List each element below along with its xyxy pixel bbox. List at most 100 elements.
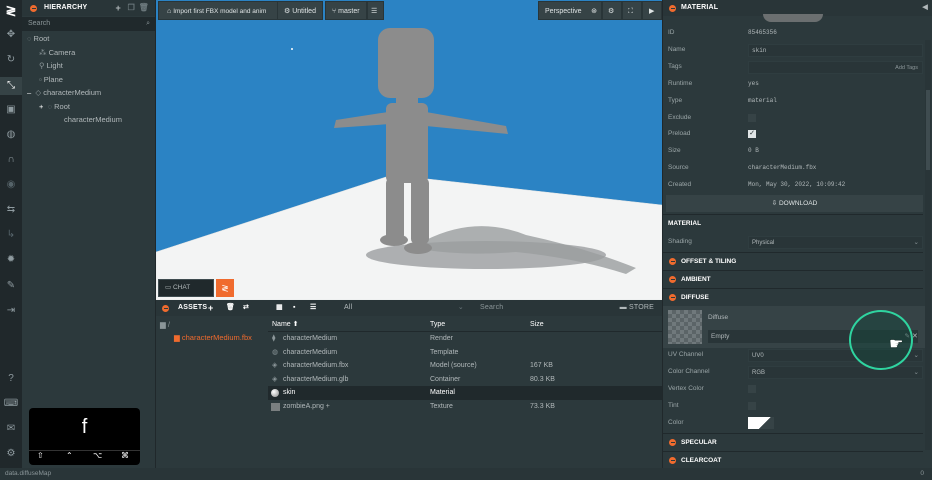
chevron-down-icon: ⌄	[913, 238, 919, 246]
scrollbar-thumb[interactable]	[926, 90, 930, 170]
small-grid-icon[interactable]: ▪	[293, 300, 296, 316]
type-filter[interactable]: All ⌄	[334, 300, 464, 314]
exclude-checkbox[interactable]	[748, 114, 756, 122]
tags-input[interactable]: Add Tags	[748, 60, 923, 74]
expand-icon[interactable]	[669, 439, 676, 446]
field-label: Shading	[668, 238, 692, 245]
asset-row[interactable]: ◍ characterMedium Template	[268, 346, 662, 360]
project-button[interactable]: ⌂ Import first FBX model and anim	[158, 1, 278, 20]
delete-asset-icon[interactable]: 🗑	[226, 300, 235, 316]
scrollbar[interactable]	[925, 40, 931, 450]
add-asset-icon[interactable]: +	[208, 300, 213, 316]
status-count: 0	[920, 470, 924, 477]
filter-value: All	[344, 304, 353, 311]
collapse-icon[interactable]	[30, 4, 37, 12]
vertex-color-checkbox[interactable]	[748, 385, 756, 393]
collapse-icon[interactable]	[669, 4, 676, 12]
collapse-panel-icon[interactable]: ◀	[922, 0, 928, 16]
fullscreen-icon[interactable]: ⛶	[622, 1, 642, 20]
tree-item[interactable]: + ◌ Root	[22, 100, 155, 114]
duplicate-icon[interactable]: ❐	[128, 0, 135, 16]
help-icon[interactable]: ?	[0, 370, 22, 388]
chevron-down-icon: ⌄	[913, 351, 919, 359]
asset-row[interactable]: ◈ characterMedium.glb Container 80.3 KB	[268, 373, 662, 387]
shading-select[interactable]: Physical ⌄	[748, 235, 923, 249]
hierarchy-search[interactable]: Search ⌕	[22, 17, 155, 31]
hierarchy-header: HIERARCHY + ❐ 🗑	[22, 0, 155, 16]
bulb-icon[interactable]: ✹	[0, 251, 22, 269]
texture-placeholder[interactable]	[668, 310, 702, 344]
tree-item[interactable]: ◌ Root	[22, 32, 155, 46]
chat-button[interactable]: ▭ CHAT	[158, 279, 214, 297]
expand-icon[interactable]	[669, 276, 676, 283]
branch-button[interactable]: ⑂ master	[325, 1, 367, 20]
refresh-icon[interactable]: ⇄	[243, 300, 249, 316]
list-icon[interactable]: ☰	[367, 1, 384, 20]
specular-section[interactable]: SPECULAR	[663, 433, 923, 450]
publish-icon[interactable]: ⇥	[0, 302, 22, 320]
alt-key-icon: ⌥	[93, 451, 103, 460]
tint-checkbox[interactable]	[748, 402, 756, 410]
tree-item[interactable]: ▫ Plane	[22, 73, 155, 87]
settings-icon[interactable]: ⚙	[602, 1, 622, 20]
camera-dropdown[interactable]: Perspective ⊛	[538, 1, 602, 20]
move-icon[interactable]: ✥	[0, 26, 22, 44]
undo-icon[interactable]: ↳	[0, 226, 22, 244]
source-value[interactable]: characterMedium.fbx	[748, 160, 816, 176]
world-icon[interactable]: ◍	[0, 126, 22, 144]
rotate-icon[interactable]: ↻	[0, 51, 22, 69]
tree-item[interactable]: ⚲ Light	[22, 59, 155, 73]
list-view-icon[interactable]: ☰	[310, 300, 316, 316]
download-button[interactable]: ⇩ DOWNLOAD	[666, 195, 923, 212]
grid-view-icon[interactable]: ▦	[276, 300, 283, 316]
color-channel-select[interactable]: RGB ⌄	[748, 365, 923, 379]
size-row: Size 0 B	[663, 143, 923, 159]
feedback-icon[interactable]: ✉	[0, 420, 22, 438]
expand-icon[interactable]	[669, 457, 676, 464]
chat-label: CHAT	[172, 284, 191, 291]
collapse-icon[interactable]	[162, 304, 169, 312]
scale-icon[interactable]: ⤡	[0, 77, 22, 95]
store-button[interactable]: ▬ STORE	[620, 300, 654, 316]
chat-logo-icon[interactable]: ≷	[216, 279, 234, 297]
asset-row[interactable]: ◈ characterMedium.fbx Model (source) 167 KB	[268, 359, 662, 373]
asset-search-input[interactable]: Search	[480, 300, 503, 316]
size-column[interactable]: Size	[530, 318, 544, 332]
magnet-icon[interactable]: ∩	[0, 151, 22, 169]
scene-button[interactable]: ⚙ Untitled	[277, 1, 323, 20]
resize-icon[interactable]: ▣	[0, 101, 22, 119]
name-input[interactable]: skin	[748, 43, 923, 57]
diffuse-section[interactable]: DIFFUSE	[663, 288, 923, 305]
search-input[interactable]: Search	[28, 20, 50, 27]
viewport[interactable]: ⌂ Import first FBX model and anim ⚙ Unti…	[156, 0, 662, 300]
tree-item[interactable]: – ◇ characterMedium	[22, 86, 155, 100]
launch-icon[interactable]: ▶	[642, 1, 662, 20]
folder-item[interactable]: ▆ characterMedium.fbx	[174, 333, 252, 342]
model-icon: ◈	[272, 362, 278, 369]
name-column[interactable]: Name ⬆	[272, 318, 299, 332]
tree-item[interactable]: characterMedium	[22, 113, 155, 127]
asset-row[interactable]: ⧫ characterMedium Render	[268, 332, 662, 346]
collapse-icon[interactable]	[669, 294, 676, 301]
logo-icon[interactable]: ≷	[0, 0, 22, 22]
asset-row-selected[interactable]: skin Material	[268, 386, 662, 400]
expand-icon[interactable]	[669, 258, 676, 265]
folder-path[interactable]: ▆ /	[160, 320, 170, 329]
eye-icon[interactable]: ◉	[0, 176, 22, 194]
settings-icon[interactable]: ⚙	[0, 445, 22, 463]
asset-row[interactable]: zombieA.png + Texture 73.3 KB	[268, 400, 662, 414]
color-swatch[interactable]	[748, 417, 774, 429]
keyboard-icon[interactable]: ⌨	[0, 395, 22, 413]
redo-icon[interactable]: ⇆	[0, 201, 22, 219]
field-label: Type	[668, 97, 683, 104]
asset-type: Container	[430, 375, 461, 383]
ambient-section[interactable]: AMBIENT	[663, 270, 923, 287]
delete-icon[interactable]: 🗑	[139, 0, 149, 16]
offset-tiling-section[interactable]: OFFSET & TILING	[663, 252, 923, 269]
edit-icon[interactable]: ✎	[0, 277, 22, 295]
add-entity-icon[interactable]: +	[116, 0, 121, 16]
type-column[interactable]: Type	[430, 318, 445, 332]
tree-item[interactable]: ⁂ Camera	[22, 46, 155, 60]
clearcoat-section[interactable]: CLEARCOAT	[663, 451, 923, 468]
preload-checkbox[interactable]: ✓	[748, 130, 756, 138]
